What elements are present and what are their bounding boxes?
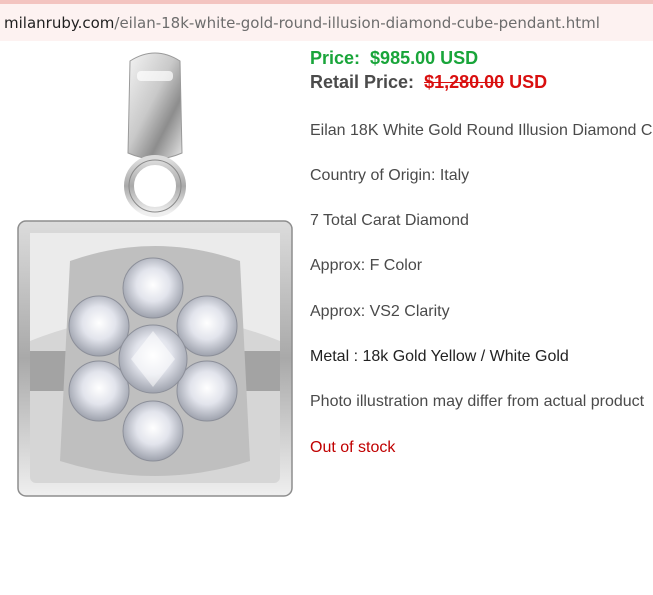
- metal-line: Metal : 18k Gold Yellow / White Gold: [310, 348, 569, 365]
- sale-price: Price: $985.00 USD: [310, 48, 653, 70]
- retail-price-value: $1,280.00: [424, 72, 505, 92]
- product-info: Price: $985.00 USD Retail Price: $1,280.…: [310, 48, 653, 456]
- stock-status: Out of stock: [310, 439, 396, 456]
- url-text[interactable]: milanruby.com/eilan-18k-white-gold-round…: [4, 14, 600, 32]
- origin-line: Country of Origin: Italy: [310, 167, 470, 184]
- retail-price-currency: USD: [509, 72, 548, 92]
- retail-price-label: Retail Price:: [310, 72, 415, 92]
- disclaimer-line: Photo illustration may differ from actua…: [310, 393, 645, 410]
- clarity-line: Approx: VS2 Clarity: [310, 303, 450, 320]
- retail-price: Retail Price: $1,280.00 USD: [310, 72, 653, 94]
- product-title-line: Eilan 18K White Gold Round Illusion Diam…: [310, 122, 653, 139]
- url-path: /eilan-18k-white-gold-round-illusion-dia…: [114, 14, 600, 32]
- sale-price-label: Price:: [310, 48, 361, 68]
- pendant-product-image: [0, 41, 295, 595]
- sale-price-value: $985.00 USD: [370, 48, 479, 68]
- url-host: milanruby.com: [4, 14, 115, 32]
- address-bar[interactable]: milanruby.com/eilan-18k-white-gold-round…: [0, 0, 653, 41]
- page: milanruby.com/eilan-18k-white-gold-round…: [0, 0, 653, 595]
- carat-line: 7 Total Carat Diamond: [310, 212, 469, 229]
- color-line: Approx: F Color: [310, 257, 423, 274]
